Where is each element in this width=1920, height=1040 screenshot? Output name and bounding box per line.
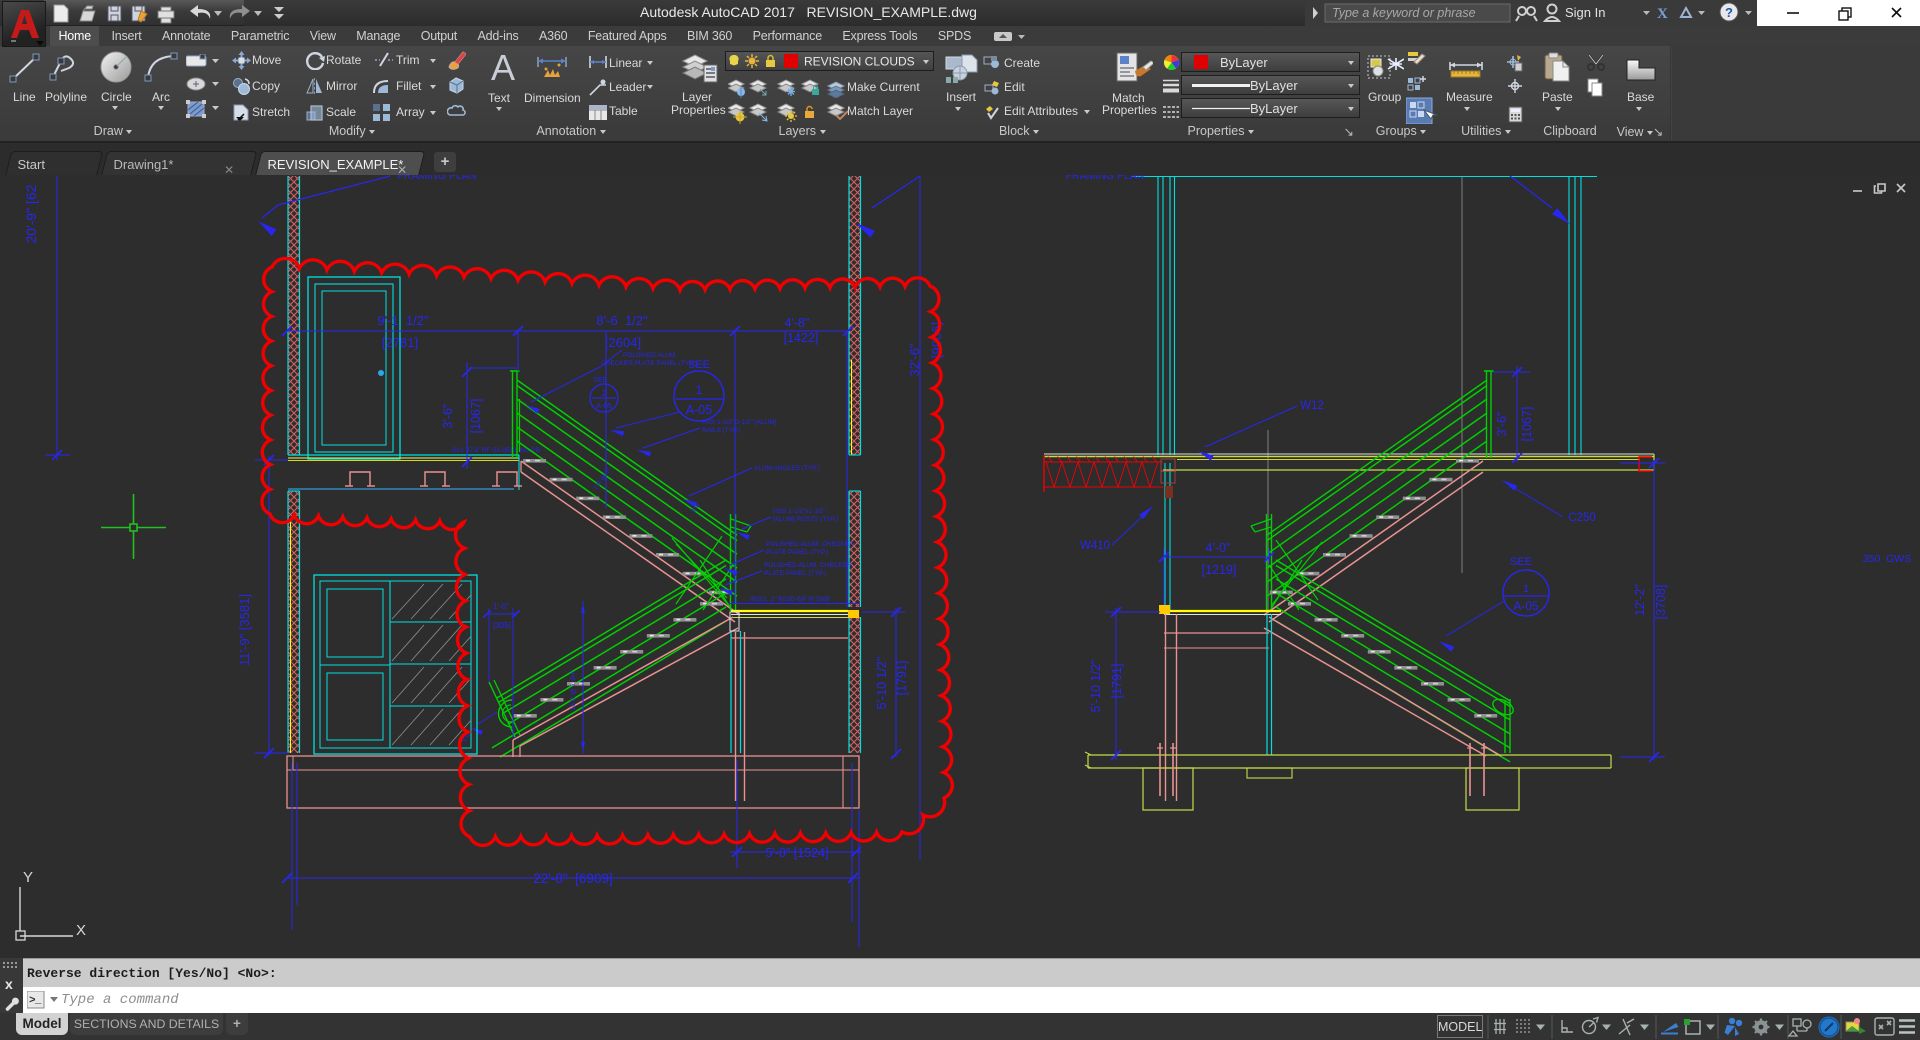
svg-text:[1067]: [1067]: [469, 399, 483, 434]
svg-text:32'-6": 32'-6": [907, 343, 922, 377]
svg-text:INSUL. 2" RIGID WP IN GWB: INSUL. 2" RIGID WP IN GWB: [750, 597, 830, 603]
svg-text:16 R @ 7 3/4": 16 R @ 7 3/4": [570, 669, 577, 710]
svg-text:SEE: SEE: [1510, 556, 1532, 568]
svg-text:PLATE PANEL (TYP.): PLATE PANEL (TYP.): [764, 570, 826, 577]
svg-text:9'-1 1/2": 9'-1 1/2": [377, 313, 429, 328]
svg-text:22'-8" [6909]: 22'-8" [6909]: [533, 871, 612, 886]
svg-text:RAILS (TYP.): RAILS (TYP.): [702, 427, 741, 434]
svg-text:PLATE PANEL (TYP.): PLATE PANEL (TYP.): [766, 549, 828, 556]
svg-text:x: x: [5, 976, 13, 992]
svg-text:350 GWS: 350 GWS: [1863, 553, 1911, 565]
svg-text:ByLayer: ByLayer: [1250, 101, 1298, 116]
svg-text:W410: W410: [1080, 540, 1110, 552]
svg-text:1'-0": 1'-0": [493, 602, 509, 611]
svg-text:HSS 1-1/2"x1-1/2": HSS 1-1/2"x1-1/2": [773, 508, 826, 515]
svg-text:Sign In: Sign In: [1565, 5, 1605, 20]
svg-text:8'-6 1/2": 8'-6 1/2": [596, 313, 648, 328]
svg-text:ALUM ANGLES (TYP.): ALUM ANGLES (TYP.): [754, 465, 820, 472]
svg-text:A-05: A-05: [686, 403, 712, 417]
svg-text:5'-0" [1524]: 5'-0" [1524]: [765, 846, 828, 860]
svg-text:A-05: A-05: [596, 401, 612, 410]
svg-text:SEE: SEE: [593, 377, 607, 384]
svg-text:[1791]: [1791]: [895, 661, 909, 696]
svg-text:>_: >_: [29, 995, 42, 1007]
svg-text:FRAMING PLAN: FRAMING PLAN: [398, 175, 477, 182]
svg-text:[3708]: [3708]: [1654, 585, 1668, 620]
svg-text:CHECKER PLATE PANEL (TYP.): CHECKER PLATE PANEL (TYP.): [601, 360, 697, 367]
svg-text:FRAMING PLAN: FRAMING PLAN: [1066, 175, 1145, 182]
svg-text:3'-6": 3'-6": [441, 404, 455, 429]
svg-text:11'-9" [3581]: 11'-9" [3581]: [237, 594, 252, 666]
svg-text:POLISHED ALUM. CHECKER: POLISHED ALUM. CHECKER: [764, 562, 852, 569]
svg-text:C250: C250: [1568, 512, 1596, 524]
svg-text:4'-8": 4'-8": [785, 316, 810, 330]
svg-text:[1219]: [1219]: [1202, 563, 1237, 577]
svg-text:12'-2": 12'-2": [1633, 584, 1647, 616]
svg-text:Type a keyword or phrase: Type a keyword or phrase: [1332, 6, 1476, 20]
svg-text:Y: Y: [23, 869, 33, 886]
svg-text:[305]: [305]: [493, 621, 511, 630]
svg-text:3'-6": 3'-6": [1495, 412, 1509, 437]
svg-text:W12: W12: [1300, 400, 1324, 412]
svg-text:X: X: [1657, 6, 1668, 22]
svg-text:REVISION CLOUDS: REVISION CLOUDS: [804, 55, 915, 69]
svg-text:[ALUM] POSTS (TYP.): [ALUM] POSTS (TYP.): [773, 516, 838, 523]
svg-text:ByLayer: ByLayer: [1250, 78, 1298, 93]
svg-text:A-05: A-05: [1513, 599, 1539, 613]
svg-text:SEE: SEE: [688, 359, 710, 371]
svg-text:[1067]: [1067]: [1520, 407, 1534, 442]
svg-text:[2604]: [2604]: [605, 335, 641, 350]
svg-text:A: A: [491, 50, 515, 84]
svg-text:POLISHED ALUM. CHECKER: POLISHED ALUM. CHECKER: [766, 541, 854, 548]
svg-text:5'-10 1/2": 5'-10 1/2": [875, 657, 889, 710]
svg-text:POLISHED ALUM.: POLISHED ALUM.: [623, 352, 677, 359]
svg-text:20'-9" [62: 20'-9" [62: [23, 184, 39, 243]
svg-text:[2781]: [2781]: [382, 335, 418, 350]
svg-text:1: 1: [696, 383, 703, 397]
svg-text:[1422]: [1422]: [784, 331, 819, 345]
svg-text:5'-10 1/2": 5'-10 1/2": [1089, 660, 1103, 713]
svg-text:2: 2: [602, 389, 607, 398]
svg-text:[1791]: [1791]: [1110, 664, 1124, 699]
svg-text:X: X: [76, 922, 86, 939]
svg-text:HSS 1-1/2"O-1/2" [ALUM]: HSS 1-1/2"O-1/2" [ALUM]: [702, 419, 777, 426]
svg-text:ByLayer: ByLayer: [1220, 55, 1268, 70]
svg-text:4'-0": 4'-0": [1206, 541, 1231, 555]
svg-text:1: 1: [1523, 583, 1529, 595]
svg-text:?: ?: [1725, 5, 1733, 20]
